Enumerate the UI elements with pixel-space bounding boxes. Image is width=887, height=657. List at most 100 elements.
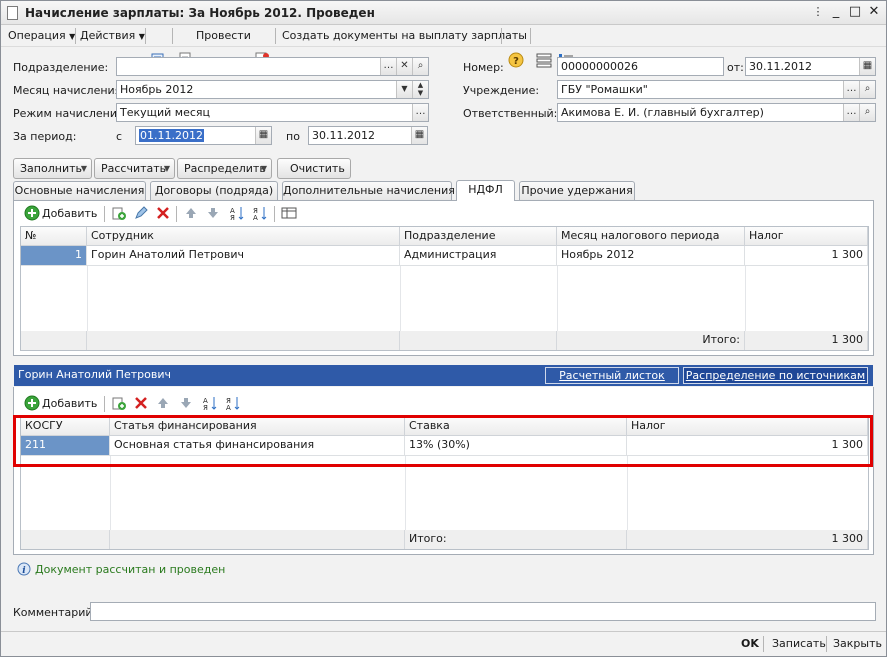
- move-down-icon[interactable]: [205, 205, 221, 221]
- comment-field[interactable]: [90, 602, 876, 621]
- search-icon[interactable]: ⌕: [859, 104, 875, 121]
- grid1-add-button[interactable]: Добавить: [42, 206, 97, 222]
- month-label: Месяц начисления:: [13, 84, 125, 97]
- tax-month-cell: Ноябрь 2012: [557, 246, 745, 265]
- help-icon[interactable]: ?: [508, 52, 524, 68]
- structure-icon[interactable]: [536, 52, 552, 68]
- ok-button[interactable]: OK: [741, 636, 759, 652]
- month-value: Ноябрь 2012: [120, 83, 194, 96]
- sort-desc-icon[interactable]: ЯА: [225, 395, 241, 411]
- info-icon: i: [17, 562, 31, 576]
- employee-cell: Горин Анатолий Петрович: [87, 246, 400, 265]
- actions-menu[interactable]: Действия ▼: [80, 28, 145, 44]
- move-down-icon[interactable]: [178, 395, 194, 411]
- bottom-bar: OK Записать Закрыть: [1, 631, 886, 656]
- col-tax-month-header[interactable]: Месяц налогового периода: [557, 227, 745, 246]
- calculate-button[interactable]: Рассчитать ▼: [94, 158, 175, 179]
- tab-additional-accruals[interactable]: Дополнительные начисления: [282, 181, 455, 200]
- distribute-button[interactable]: Распределить ▼: [177, 158, 272, 179]
- calendar-icon[interactable]: ▦: [411, 127, 427, 144]
- status-message: Документ рассчитан и проведен: [35, 563, 226, 576]
- fill-label: Заполнить: [20, 162, 82, 175]
- sort-asc-icon[interactable]: АЯ: [202, 395, 218, 411]
- tab-other-deductions[interactable]: Прочие удержания: [519, 181, 635, 200]
- mode-label: Режим начисления:: [13, 107, 128, 120]
- date-field[interactable]: 30.11.2012: [745, 57, 876, 76]
- close-button[interactable]: Закрыть: [833, 636, 882, 652]
- month-field[interactable]: Ноябрь 2012: [116, 80, 429, 99]
- responsible-field[interactable]: Акимова Е. И. (главный бухгалтер): [557, 103, 876, 122]
- save-button[interactable]: Записать: [772, 636, 826, 652]
- grid1-total-value: 1 300: [745, 331, 868, 350]
- tab-main-accruals[interactable]: Основные начисления: [13, 181, 146, 200]
- tab-ndfl[interactable]: НДФЛ: [456, 180, 515, 201]
- mode-select-button[interactable]: …: [412, 104, 428, 121]
- actions-label: Действия: [80, 29, 136, 42]
- col-subdivision-header[interactable]: Подразделение: [400, 227, 557, 246]
- comment-label: Комментарий:: [13, 606, 97, 619]
- col-tax-header[interactable]: Налог: [745, 227, 868, 246]
- employees-tax-grid: № Сотрудник Подразделение Месяц налогово…: [20, 226, 869, 351]
- sort-asc-icon[interactable]: АЯ: [229, 205, 245, 221]
- window-title: Начисление зарплаты: За Ноябрь 2012. Про…: [25, 6, 375, 20]
- period-from-field[interactable]: 01.11.2012: [135, 126, 272, 145]
- responsible-label: Ответственный:: [463, 107, 558, 120]
- edit-icon[interactable]: [133, 205, 149, 221]
- mode-field[interactable]: Текущий месяц: [116, 103, 429, 122]
- institution-select-button[interactable]: …: [843, 81, 859, 98]
- close-window-button[interactable]: ✕: [865, 4, 883, 21]
- calendar-icon[interactable]: ▦: [255, 127, 271, 144]
- svg-text:А: А: [253, 214, 258, 221]
- search-icon[interactable]: ⌕: [412, 58, 428, 75]
- operation-menu[interactable]: Операция ▼: [8, 28, 75, 44]
- clear-button[interactable]: Очистить: [277, 158, 351, 179]
- institution-value: ГБУ "Ромашки": [561, 83, 648, 96]
- payslip-link[interactable]: Расчетный листок: [545, 367, 679, 384]
- post-button[interactable]: Провести: [196, 28, 251, 44]
- distribute-label: Распределить: [184, 162, 266, 175]
- delete-icon[interactable]: [155, 205, 171, 221]
- copy-row-icon[interactable]: [111, 395, 127, 411]
- responsible-select-button[interactable]: …: [843, 104, 859, 121]
- employee-detail-bar: Горин Анатолий Петрович Расчетный листок…: [14, 365, 873, 386]
- distribution-by-sources-link[interactable]: Распределение по источникам: [683, 367, 868, 384]
- subdivision-select-button[interactable]: …: [380, 58, 396, 75]
- institution-label: Учреждение:: [463, 84, 540, 97]
- search-icon[interactable]: ⌕: [859, 81, 875, 98]
- date-value: 30.11.2012: [749, 60, 812, 73]
- delete-icon[interactable]: [133, 395, 149, 411]
- tab-contracts[interactable]: Договоры (подряда): [150, 181, 278, 200]
- svg-text:?: ?: [513, 56, 519, 67]
- columns-icon[interactable]: [281, 205, 297, 221]
- tax-cell: 1 300: [745, 246, 868, 265]
- month-dropdown-icon[interactable]: ▼: [396, 81, 412, 98]
- move-up-icon[interactable]: [155, 395, 171, 411]
- grid2-total-label: Итого:: [405, 530, 627, 549]
- svg-text:А: А: [226, 404, 231, 411]
- minimize-button[interactable]: _: [827, 4, 845, 21]
- grid2-add-button[interactable]: Добавить: [42, 396, 97, 412]
- maximize-button[interactable]: □: [846, 4, 864, 21]
- copy-row-icon[interactable]: [111, 205, 127, 221]
- grid2-total-value: 1 300: [627, 530, 868, 549]
- col-number-header[interactable]: №: [21, 227, 87, 246]
- mode-value: Текущий месяц: [120, 106, 211, 119]
- month-spinner-icon[interactable]: ▲ ▼: [412, 81, 428, 98]
- responsible-value: Акимова Е. И. (главный бухгалтер): [561, 106, 764, 119]
- table-row[interactable]: 1 Горин Анатолий Петрович Администрация …: [21, 246, 868, 266]
- institution-field[interactable]: ГБУ "Ромашки": [557, 80, 876, 99]
- fill-button[interactable]: Заполнить ▼: [13, 158, 92, 179]
- col-employee-header[interactable]: Сотрудник: [87, 227, 400, 246]
- number-field[interactable]: 00000000026: [557, 57, 724, 76]
- clear-icon[interactable]: ✕: [396, 58, 412, 75]
- svg-text:Я: Я: [230, 214, 235, 221]
- period-to-field[interactable]: 30.11.2012: [308, 126, 428, 145]
- window-menu-icon[interactable]: ⋮: [809, 4, 827, 21]
- calendar-icon[interactable]: ▦: [859, 58, 875, 75]
- calculate-label: Рассчитать: [101, 162, 167, 175]
- move-up-icon[interactable]: [183, 205, 199, 221]
- create-payment-docs-button[interactable]: Создать документы на выплату зарплаты: [282, 28, 527, 44]
- number-label: Номер:: [463, 61, 504, 74]
- sort-desc-icon[interactable]: ЯА: [252, 205, 268, 221]
- title-bar: Начисление зарплаты: За Ноябрь 2012. Про…: [1, 1, 886, 25]
